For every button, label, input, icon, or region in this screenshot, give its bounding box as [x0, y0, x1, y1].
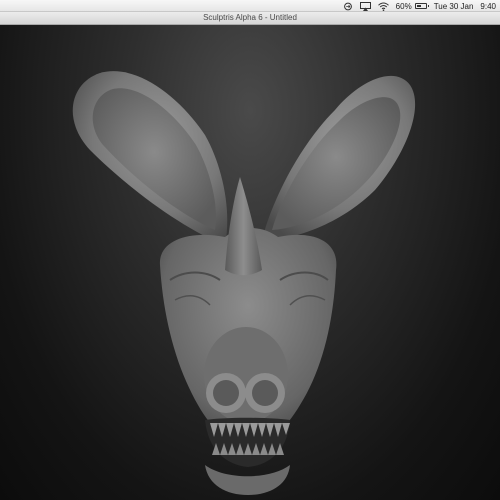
wifi-icon[interactable]: [377, 2, 389, 11]
battery-level-fill: [416, 5, 422, 7]
nose-horn: [225, 177, 262, 276]
snout: [204, 327, 288, 423]
mouth: [205, 417, 290, 495]
sync-icon[interactable]: [343, 2, 353, 11]
mac-menu-bar: 60% Tue 30 Jan 9:40: [0, 0, 500, 12]
battery-percent: 60%: [395, 1, 412, 11]
sculpt-viewport[interactable]: [0, 25, 500, 500]
window-title: Sculptris Alpha 6 - Untitled: [203, 13, 297, 22]
clock-time[interactable]: 9:40: [480, 2, 496, 11]
battery-icon: [414, 3, 429, 9]
airplay-icon[interactable]: [359, 1, 371, 11]
battery-status[interactable]: 60%: [395, 1, 429, 11]
status-area: 60% Tue 30 Jan 9:40: [343, 0, 496, 12]
right-ear: [262, 75, 416, 240]
left-ear: [72, 71, 228, 245]
clock-date[interactable]: Tue 30 Jan: [434, 2, 474, 11]
window-title-bar[interactable]: Sculptris Alpha 6 - Untitled: [0, 12, 500, 25]
bat-head-sculpt-icon: [72, 71, 416, 495]
